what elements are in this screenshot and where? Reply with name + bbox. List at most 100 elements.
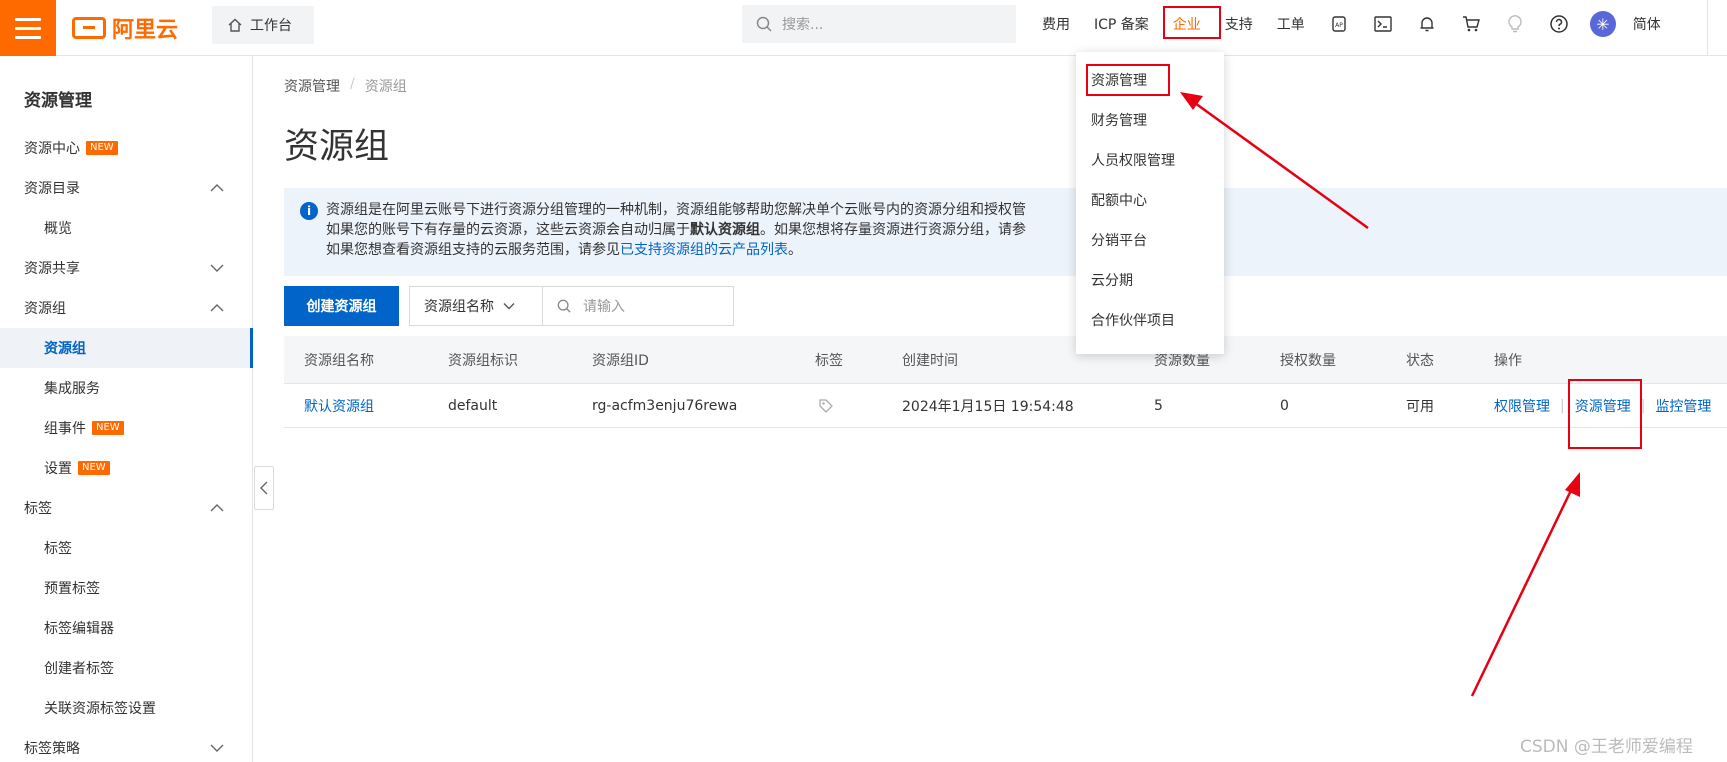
top-nav: 费用 ICP 备案 企业 支持 工单 AP ✳ 简体 xyxy=(1030,0,1661,48)
separator: | xyxy=(1560,397,1565,414)
logo-text: 阿里云 xyxy=(112,18,179,43)
sidebar-item-label: 概览 xyxy=(44,221,72,237)
monitoring-management-link[interactable]: 监控管理 xyxy=(1655,396,1711,416)
lightbulb-icon[interactable] xyxy=(1493,0,1537,48)
sidebar-item-label: 预置标签 xyxy=(44,581,100,597)
sidebar-item-label: 标签 xyxy=(24,501,52,517)
menu-icon[interactable] xyxy=(0,0,56,56)
tag-icon[interactable] xyxy=(818,384,834,427)
nav-icp[interactable]: ICP 备案 xyxy=(1082,14,1161,34)
top-divider xyxy=(1707,0,1708,56)
bell-icon[interactable] xyxy=(1405,0,1449,48)
sidebar-item-tag-policy[interactable]: 标签策略 xyxy=(0,728,253,762)
breadcrumb-separator: / xyxy=(350,76,355,92)
resource-management-link[interactable]: 资源管理 xyxy=(1575,396,1631,416)
sidebar: 资源管理 资源中心 NEW 资源目录 概览 资源共享 资源组 资源组 集成服务 组… xyxy=(0,56,253,762)
filter-placeholder: 请输入 xyxy=(583,299,625,315)
nav-enterprise[interactable]: 企业 xyxy=(1161,6,1221,39)
sidebar-item-settings[interactable]: 设置 NEW xyxy=(0,448,253,488)
row-actions: 权限管理 | 资源管理 | 监控管理 xyxy=(1494,384,1711,427)
new-badge: NEW xyxy=(78,461,110,475)
search-icon xyxy=(557,299,571,313)
enterprise-dropdown-menu: 资源管理 财务管理 人员权限管理 配额中心 分销平台 云分期 合作伙伴项目 xyxy=(1076,52,1224,354)
menu-item-personnel-permissions[interactable]: 人员权限管理 xyxy=(1076,140,1224,180)
row-created: 2024年1月15日 19:54:48 xyxy=(902,398,1074,415)
menu-item-partner-projects[interactable]: 合作伙伴项目 xyxy=(1076,300,1224,340)
col-created: 创建时间 xyxy=(902,352,958,369)
sidebar-item-label: 关联资源标签设置 xyxy=(44,701,156,717)
sidebar-item-tags[interactable]: 标签 xyxy=(0,528,253,568)
sidebar-item-resource-sharing[interactable]: 资源共享 xyxy=(0,248,253,288)
menu-item-finance[interactable]: 财务管理 xyxy=(1076,100,1224,140)
nav-support[interactable]: 支持 xyxy=(1213,14,1265,34)
row-status: 可用 xyxy=(1406,398,1434,415)
separator: | xyxy=(1640,397,1646,414)
sidebar-item-resource-tag-settings[interactable]: 关联资源标签设置 xyxy=(0,688,253,728)
new-badge: NEW xyxy=(86,141,118,155)
col-actions: 操作 xyxy=(1494,352,1522,369)
sidebar-item-label: 资源组 xyxy=(24,301,66,317)
page-title: 资源组 xyxy=(284,127,390,167)
avatar[interactable]: ✳ xyxy=(1581,0,1625,48)
api-icon[interactable]: AP xyxy=(1317,0,1361,48)
sidebar-title: 资源管理 xyxy=(24,91,92,111)
sidebar-item-integration[interactable]: 集成服务 xyxy=(0,368,253,408)
sidebar-item-label: 标签策略 xyxy=(24,741,80,757)
row-name-link[interactable]: 默认资源组 xyxy=(304,396,374,416)
create-resource-group-button[interactable]: 创建资源组 xyxy=(284,286,399,326)
sidebar-item-overview[interactable]: 概览 xyxy=(0,208,253,248)
aliyun-logo[interactable]: 阿里云 xyxy=(72,10,178,46)
menu-item-quota-center[interactable]: 配额中心 xyxy=(1076,180,1224,220)
workbench-button[interactable]: 工作台 xyxy=(212,6,314,44)
sidebar-item-group-events[interactable]: 组事件 NEW xyxy=(0,408,253,448)
svg-text:AP: AP xyxy=(1335,22,1343,29)
sidebar-item-label: 资源组 xyxy=(44,341,86,357)
search-input[interactable]: 搜索... xyxy=(742,5,1016,43)
filter-field-select[interactable]: 资源组名称 xyxy=(409,286,543,326)
info-text: 。 xyxy=(788,242,802,258)
sidebar-item-label: 标签编辑器 xyxy=(44,621,114,637)
permission-management-link[interactable]: 权限管理 xyxy=(1494,396,1550,416)
search-icon xyxy=(756,16,772,32)
new-badge: NEW xyxy=(92,421,124,435)
sidebar-item-resource-group[interactable]: 资源组 xyxy=(0,328,253,368)
sidebar-item-preset-tags[interactable]: 预置标签 xyxy=(0,568,253,608)
sidebar-item-label: 资源中心 xyxy=(24,141,80,157)
sidebar-item-tag-editor[interactable]: 标签编辑器 xyxy=(0,608,253,648)
menu-item-distribution[interactable]: 分销平台 xyxy=(1076,220,1224,260)
info-text: 如果您想查看资源组支持的云服务范围，请参见 xyxy=(326,242,620,258)
breadcrumb-resource-management[interactable]: 资源管理 xyxy=(284,76,340,96)
col-ident: 资源组标识 xyxy=(448,352,518,369)
row-resources: 5 xyxy=(1154,397,1163,414)
sidebar-item-resource-center[interactable]: 资源中心 NEW xyxy=(0,128,253,168)
help-icon[interactable] xyxy=(1537,0,1581,48)
sidebar-item-label: 资源共享 xyxy=(24,261,80,277)
info-line-1: 资源组是在阿里云账号下进行资源分组管理的一种机制，资源组能够帮助您解决单个云账号… xyxy=(326,202,1026,218)
menu-item-resource-management[interactable]: 资源管理 xyxy=(1076,60,1224,100)
sidebar-item-label: 创建者标签 xyxy=(44,661,114,677)
nav-ticket[interactable]: 工单 xyxy=(1265,14,1317,34)
info-icon: i xyxy=(300,202,318,220)
sidebar-item-creator-tags[interactable]: 创建者标签 xyxy=(0,648,253,688)
col-id: 资源组ID xyxy=(592,352,649,369)
filter-search-input[interactable]: 请输入 xyxy=(542,286,734,326)
sidebar-item-label: 标签 xyxy=(44,541,72,557)
col-status: 状态 xyxy=(1406,352,1434,369)
menu-item-installments[interactable]: 云分期 xyxy=(1076,260,1224,300)
supported-products-link[interactable]: 已支持资源组的云产品列表 xyxy=(620,242,788,258)
sidebar-item-resource-directory[interactable]: 资源目录 xyxy=(0,168,253,208)
row-id: rg-acfm3enju76rewa xyxy=(592,397,738,414)
filter-select-value: 资源组名称 xyxy=(424,299,494,315)
sidebar-item-resource-group-parent[interactable]: 资源组 xyxy=(0,288,253,328)
sidebar-collapse-button[interactable] xyxy=(254,466,274,510)
language-switch[interactable]: 简体 xyxy=(1625,14,1661,34)
col-tags: 标签 xyxy=(815,352,843,369)
nav-fees[interactable]: 费用 xyxy=(1030,14,1082,34)
avatar-icon: ✳ xyxy=(1589,11,1616,37)
cart-icon[interactable] xyxy=(1449,0,1493,48)
chevron-down-icon xyxy=(503,303,515,310)
terminal-icon[interactable] xyxy=(1361,0,1405,48)
sidebar-item-label: 集成服务 xyxy=(44,381,100,397)
info-banner: i 资源组是在阿里云账号下进行资源分组管理的一种机制，资源组能够帮助您解决单个云… xyxy=(284,188,1727,276)
sidebar-item-tags-parent[interactable]: 标签 xyxy=(0,488,253,528)
